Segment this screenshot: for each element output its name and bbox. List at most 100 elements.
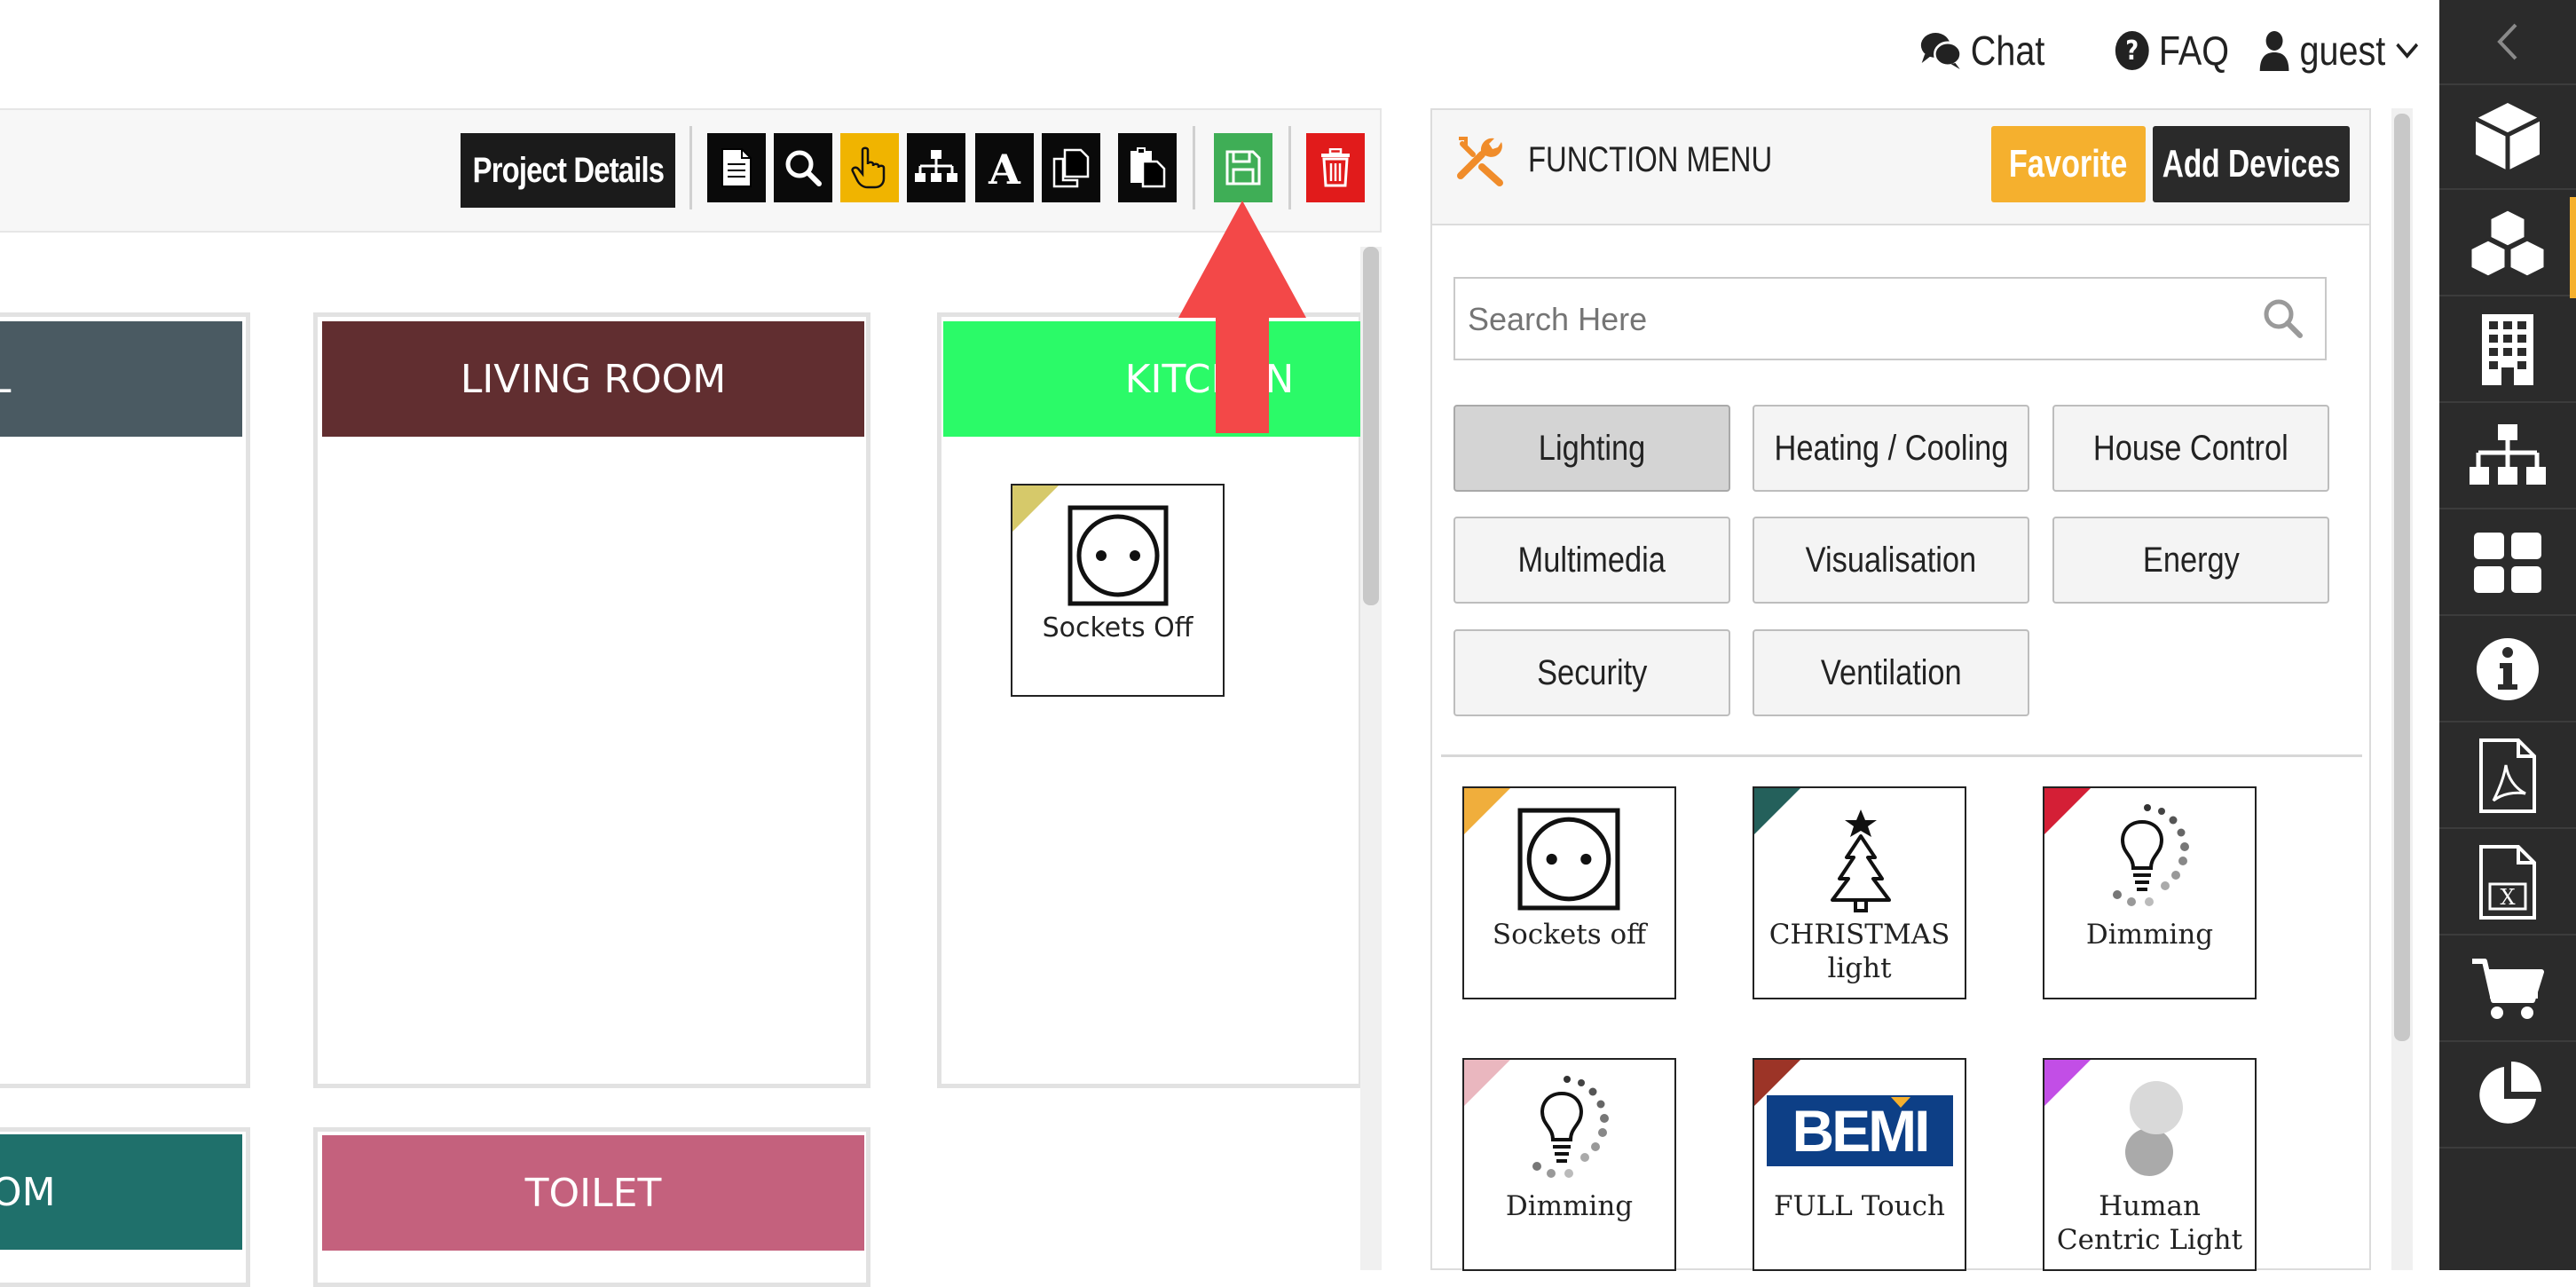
logo-accent-triangle bbox=[1891, 1097, 1910, 1108]
chat-label: Chat bbox=[1970, 28, 2045, 74]
chevron-down-icon bbox=[2395, 43, 2418, 59]
toolbar-divider bbox=[689, 126, 692, 209]
user-menu[interactable]: guest bbox=[2258, 20, 2419, 82]
copy-button[interactable] bbox=[1042, 133, 1100, 202]
sidebar-item-3d-view[interactable] bbox=[2439, 85, 2576, 190]
red-arrow-annotation bbox=[1178, 201, 1306, 433]
category-label: House Control bbox=[2093, 428, 2288, 468]
divider bbox=[1441, 754, 2362, 757]
collapse-sidebar-button[interactable] bbox=[2439, 0, 2576, 85]
room-name: LIVING ROOM bbox=[460, 356, 727, 402]
category-label: Security bbox=[1536, 652, 1648, 692]
chat-link[interactable]: Chat bbox=[1920, 20, 2044, 82]
device-category-marker bbox=[1754, 1060, 1800, 1106]
device-tile-dimming[interactable]: Dimming bbox=[2043, 786, 2257, 999]
bemi-logo: BEMI bbox=[1767, 1095, 1953, 1166]
sidebar-item-cart[interactable] bbox=[2439, 937, 2576, 1042]
sidebar-item-pdf-export[interactable] bbox=[2439, 724, 2576, 829]
add-devices-label: Add Devices bbox=[2162, 142, 2341, 186]
room-name: L bbox=[0, 356, 12, 402]
search-icon[interactable] bbox=[2261, 296, 2304, 339]
device-label: FULL Touch bbox=[1774, 1190, 1945, 1222]
sidebar-active-indicator bbox=[2570, 197, 2576, 298]
category-house-control[interactable]: House Control bbox=[2052, 405, 2329, 492]
sidebar-item-structure[interactable] bbox=[2439, 405, 2576, 509]
socket-icon bbox=[1067, 505, 1169, 606]
hierarchy-button[interactable] bbox=[907, 133, 965, 202]
search-button[interactable] bbox=[774, 133, 832, 202]
sidebar-item-devices[interactable] bbox=[2439, 192, 2576, 296]
device-tile-dimming[interactable]: Dimming bbox=[1462, 1058, 1676, 1271]
sidebar-item-building[interactable] bbox=[2439, 298, 2576, 403]
function-menu-scrollbar-thumb[interactable] bbox=[2394, 114, 2410, 1041]
placed-device-tile[interactable]: Sockets Off bbox=[1011, 484, 1225, 697]
room-header-living-room: LIVING ROOM bbox=[322, 321, 864, 437]
faq-label: FAQ bbox=[2158, 28, 2230, 74]
device-tile-christmas-light[interactable]: CHRISTMAS light bbox=[1753, 786, 1966, 999]
building-icon bbox=[2482, 314, 2533, 385]
category-label: Lighting bbox=[1538, 428, 1646, 468]
sidebar-item-dashboard[interactable] bbox=[2439, 511, 2576, 616]
chevron-left-icon bbox=[2497, 23, 2517, 60]
category-label: Visualisation bbox=[1805, 540, 1977, 580]
device-label: Sockets Off bbox=[1042, 612, 1193, 644]
question-circle-icon: ? bbox=[2115, 31, 2149, 70]
grid-icon bbox=[2474, 533, 2541, 593]
device-category-marker bbox=[1012, 486, 1059, 532]
excel-file-icon: X bbox=[2479, 845, 2536, 920]
faq-link[interactable]: ? FAQ bbox=[2115, 20, 2229, 82]
function-menu-title: FUNCTION MENU bbox=[1528, 133, 1826, 186]
human-centric-light-icon bbox=[2125, 1081, 2183, 1176]
sitemap-icon bbox=[915, 150, 957, 182]
category-ventilation[interactable]: Ventilation bbox=[1753, 629, 2029, 716]
save-button[interactable] bbox=[1214, 133, 1272, 202]
sidebar-item-statistics[interactable] bbox=[2439, 1044, 2576, 1149]
svg-text:X: X bbox=[2500, 885, 2515, 910]
category-visualisation[interactable]: Visualisation bbox=[1753, 517, 2029, 604]
category-security[interactable]: Security bbox=[1453, 629, 1730, 716]
text-button[interactable]: A bbox=[975, 133, 1034, 202]
device-tile-full-touch[interactable]: BEMI FULL Touch bbox=[1753, 1058, 1966, 1271]
shopping-cart-icon bbox=[2472, 959, 2544, 1019]
category-label: Multimedia bbox=[1517, 540, 1666, 580]
device-search-box bbox=[1453, 277, 2327, 360]
device-label: CHRISTMAS light bbox=[1769, 919, 1950, 984]
add-devices-button[interactable]: Add Devices bbox=[2153, 126, 2350, 202]
svg-text:A: A bbox=[988, 146, 1021, 189]
room-header: L bbox=[0, 321, 242, 437]
project-details-label: Project Details bbox=[472, 150, 664, 190]
room-area-scrollbar-thumb[interactable] bbox=[1363, 247, 1379, 605]
sidebar-item-info[interactable] bbox=[2439, 618, 2576, 722]
category-heating-cooling[interactable]: Heating / Cooling bbox=[1753, 405, 2029, 492]
copy-icon bbox=[1052, 148, 1090, 188]
device-category-marker bbox=[1464, 1060, 1510, 1106]
category-energy[interactable]: Energy bbox=[2052, 517, 2329, 604]
select-hand-button[interactable] bbox=[840, 133, 899, 202]
user-label: guest bbox=[2299, 28, 2386, 74]
sidebar-item-excel-export[interactable]: X bbox=[2439, 831, 2576, 936]
category-multimedia[interactable]: Multimedia bbox=[1453, 517, 1730, 604]
favorite-button[interactable]: Favorite bbox=[1991, 126, 2146, 202]
room-name: OM bbox=[0, 1169, 56, 1215]
delete-button[interactable] bbox=[1306, 133, 1365, 202]
tools-icon bbox=[1457, 137, 1503, 186]
user-icon bbox=[2259, 31, 2289, 71]
device-tile-human-centric-light[interactable]: Human Centric Light bbox=[2043, 1058, 2257, 1271]
pie-chart-icon bbox=[2479, 1062, 2541, 1124]
paste-button[interactable] bbox=[1118, 133, 1177, 202]
device-search-input[interactable] bbox=[1455, 279, 2241, 360]
category-lighting[interactable]: Lighting bbox=[1453, 405, 1730, 492]
cubes-icon bbox=[2469, 208, 2547, 279]
document-button[interactable] bbox=[707, 133, 766, 202]
room-header: OM bbox=[0, 1134, 242, 1250]
device-label: Dimming bbox=[1505, 1190, 1634, 1222]
paste-icon bbox=[1130, 147, 1166, 188]
category-label: Heating / Cooling bbox=[1774, 428, 2008, 468]
sitemap-icon bbox=[2470, 424, 2546, 485]
dimming-bulb-icon bbox=[2113, 804, 2189, 906]
project-details-button[interactable]: Project Details bbox=[461, 133, 675, 208]
function-menu-title-text: FUNCTION MENU bbox=[1528, 139, 1773, 179]
device-tile-sockets-off[interactable]: Sockets off bbox=[1462, 786, 1676, 999]
device-label: Sockets off bbox=[1492, 919, 1647, 951]
device-category-marker bbox=[1754, 788, 1800, 834]
